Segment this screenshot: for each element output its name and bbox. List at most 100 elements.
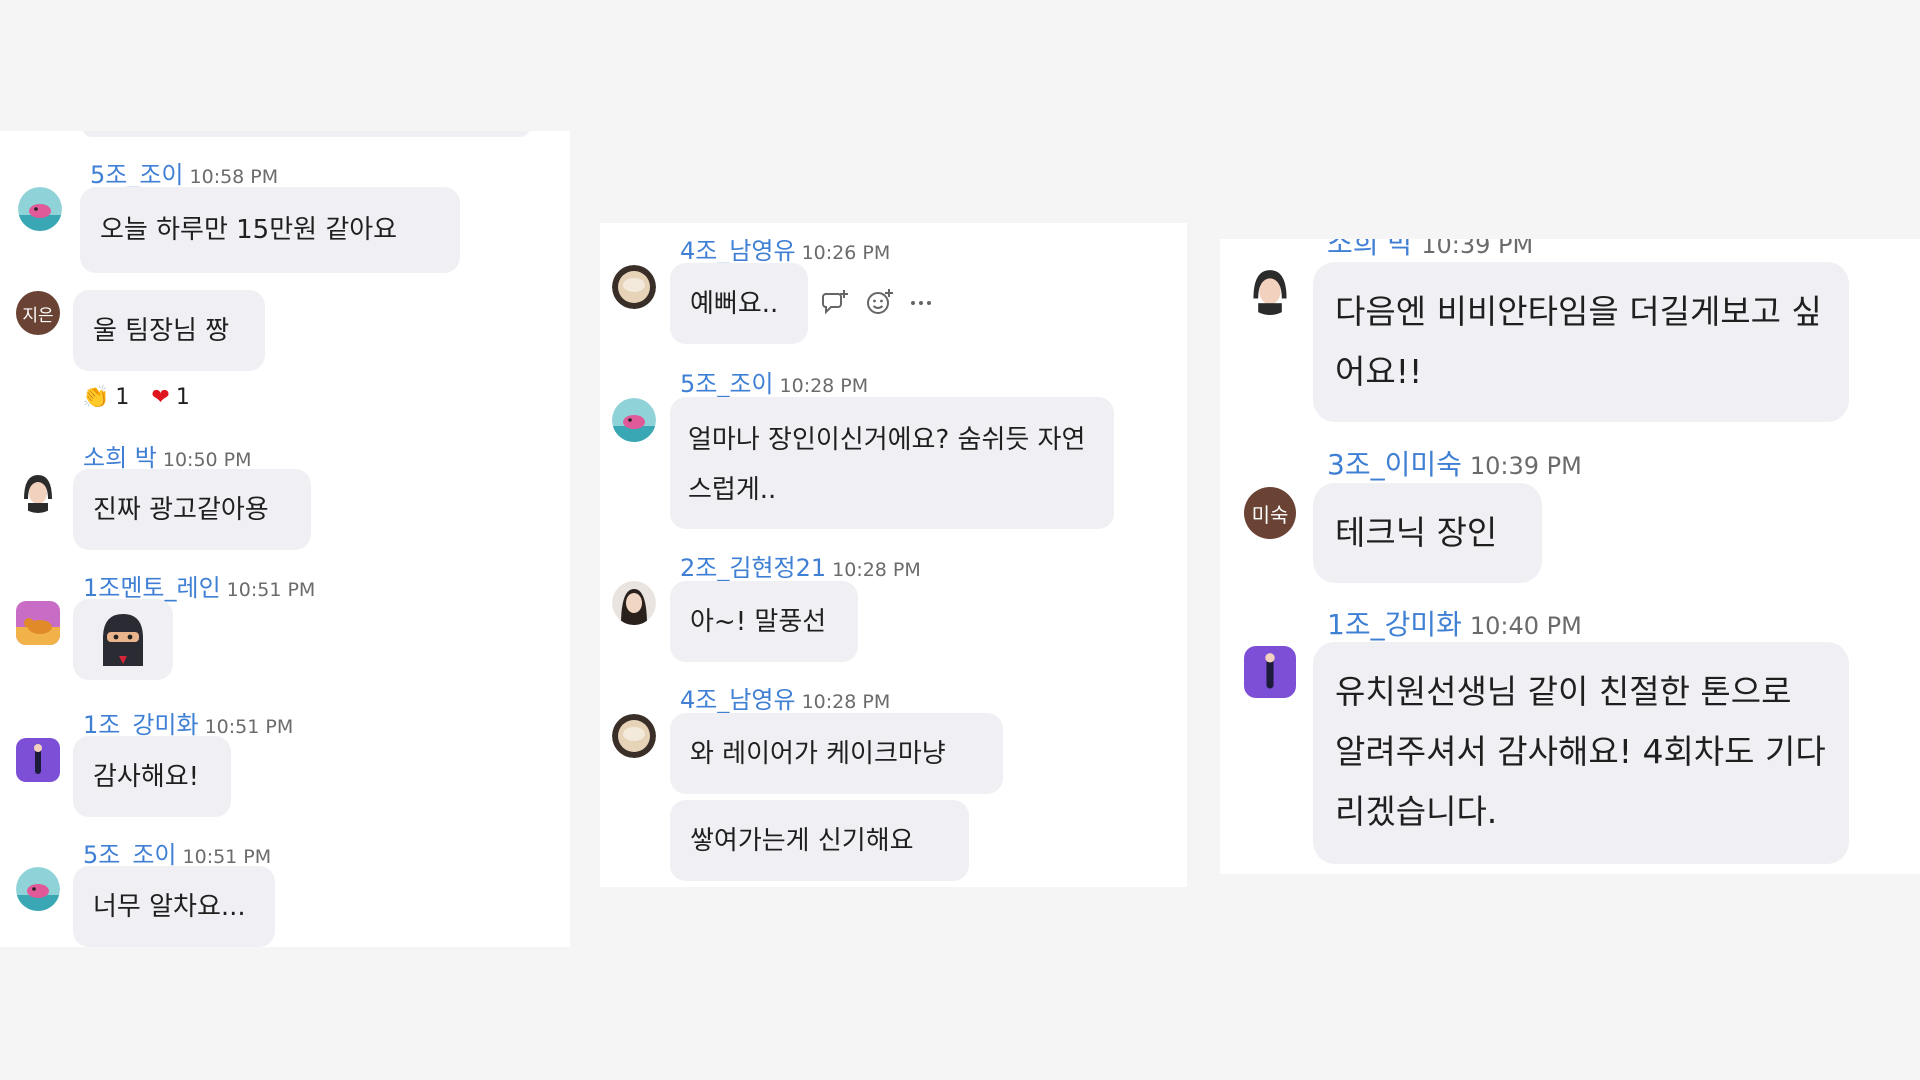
timestamp: 10:39 PM	[1469, 452, 1582, 480]
timestamp: 10:51 PM	[182, 846, 272, 868]
message-bubble[interactable]: 얼마나 장인이신거에요? 숨쉬듯 자연스럽게..	[670, 397, 1114, 529]
message-bubble[interactable]	[73, 599, 173, 680]
timestamp: 10:28 PM	[832, 559, 921, 581]
message-text: 유치원선생님 같이 친절한 톤으로 알려주셔서 감사해요! 4회차도 기다리겠습…	[1335, 672, 1826, 831]
message-text: 다음엔 비비안타임을 더길게보고 싶어요!!	[1335, 292, 1822, 391]
ocean-fish-avatar-icon	[16, 867, 60, 911]
message-bubble[interactable]: 유치원선생님 같이 친절한 톤으로 알려주셔서 감사해요! 4회차도 기다리겠습…	[1313, 642, 1849, 864]
reaction-count: 1	[175, 385, 190, 410]
message-header: 소희 박 10:50 PM	[83, 438, 252, 473]
timestamp: 10:58 PM	[189, 166, 279, 188]
message-header: 5조_조이 10:58 PM	[90, 155, 278, 190]
timestamp: 10:28 PM	[779, 375, 869, 397]
chat-panel-1: 5조_조이 10:58 PM 오늘 하루만 15만원 같아요 지은 울 팀장님 짱…	[0, 131, 570, 947]
author-name[interactable]: 4조_남영유	[680, 686, 796, 714]
heart-icon: ❤	[151, 385, 170, 410]
message-header: 소희 박 10:39 PM	[1327, 239, 1533, 262]
avatar[interactable]	[16, 469, 60, 513]
message-bubble-partial	[82, 131, 530, 137]
avatar[interactable]	[612, 714, 656, 758]
avatar-initials: 미숙	[1251, 502, 1289, 527]
avatar[interactable]	[1244, 263, 1296, 315]
reply-in-thread-icon[interactable]	[820, 287, 850, 317]
clapping-hands-icon: 👏	[82, 385, 110, 410]
avatar-initials: 지은	[22, 305, 54, 326]
timestamp: 10:39 PM	[1421, 239, 1534, 259]
author-name[interactable]: 1조멘토_레인	[83, 574, 221, 602]
message-bubble[interactable]: 울 팀장님 짱	[73, 290, 265, 371]
message-text: 너무 알차요...	[93, 891, 246, 922]
chat-panel-2: 4조_남영유 10:26 PM 예뻐요.. 5조_조이 10:28 PM 얼마나…	[600, 223, 1187, 887]
avatar[interactable]	[16, 601, 60, 645]
chat-panel-3: 소희 박 10:39 PM 다음엔 비비안타임을 더길게보고 싶어요!! 3조_이…	[1220, 239, 1920, 874]
message-text: 감사해요!	[93, 761, 200, 792]
avatar[interactable]	[612, 265, 656, 309]
woman-memoji-avatar-icon	[1244, 263, 1296, 315]
reaction-bar: 👏 1 ❤ 1	[82, 385, 190, 410]
purple-figure-avatar-icon	[1244, 646, 1296, 698]
message-header: 5조_조이 10:28 PM	[680, 364, 868, 399]
message-text: 오늘 하루만 15만원 같아요	[100, 215, 398, 245]
avatar[interactable]: 지은	[16, 291, 60, 335]
timestamp: 10:28 PM	[801, 691, 891, 713]
add-reaction-icon[interactable]	[864, 287, 894, 317]
message-bubble[interactable]: 쌓여가는게 신기해요	[670, 800, 969, 881]
author-name[interactable]: 2조_김현정21	[680, 554, 826, 582]
avatar[interactable]	[612, 581, 656, 625]
timestamp: 10:51 PM	[226, 579, 316, 601]
message-text: 울 팀장님 짱	[93, 315, 230, 346]
message-text: 테크닉 장인	[1335, 513, 1498, 552]
author-name[interactable]: 5조_조이	[90, 161, 184, 189]
message-bubble[interactable]: 오늘 하루만 15만원 같아요	[80, 187, 460, 273]
food-bowl-avatar-icon	[612, 265, 656, 309]
message-header: 1조_강미화 10:40 PM	[1327, 603, 1582, 643]
message-bubble[interactable]: 진짜 광고같아용	[73, 469, 311, 550]
message-bubble[interactable]: 감사해요!	[73, 736, 231, 817]
reaction-chip[interactable]: 👏 1	[82, 385, 129, 410]
author-name[interactable]: 소희 박	[83, 444, 157, 472]
author-name[interactable]: 소희 박	[1327, 239, 1413, 260]
author-name[interactable]: 5조_조이	[83, 841, 177, 869]
message-hover-actions	[820, 287, 934, 317]
message-header: 4조_남영유 10:26 PM	[680, 231, 890, 266]
woman-photo-avatar-icon	[612, 581, 656, 625]
message-header: 2조_김현정21 10:28 PM	[680, 548, 921, 583]
message-header: 3조_이미숙 10:39 PM	[1327, 443, 1582, 483]
message-text: 진짜 광고같아용	[93, 494, 269, 525]
ocean-fish-avatar-icon	[612, 398, 656, 442]
avatar[interactable]: 미숙	[1244, 487, 1296, 539]
avatar[interactable]	[18, 187, 62, 231]
author-name[interactable]: 5조_조이	[680, 370, 774, 398]
message-text: 아~! 말풍선	[690, 606, 827, 637]
ninja-emoji	[103, 613, 143, 666]
woman-memoji-avatar-icon	[16, 469, 60, 513]
author-name[interactable]: 4조_남영유	[680, 237, 796, 265]
message-bubble[interactable]: 와 레이어가 케이크마냥	[670, 713, 1003, 794]
message-header: 1조멘토_레인 10:51 PM	[83, 568, 315, 603]
message-bubble[interactable]: 너무 알차요...	[73, 866, 275, 947]
author-name[interactable]: 1조_강미화	[83, 711, 199, 739]
purple-figure-avatar-icon	[16, 738, 60, 782]
avatar[interactable]	[16, 738, 60, 782]
message-bubble[interactable]: 테크닉 장인	[1313, 483, 1542, 583]
author-name[interactable]: 3조_이미숙	[1327, 448, 1462, 481]
message-bubble[interactable]: 예뻐요..	[670, 263, 808, 344]
message-header: 5조_조이 10:51 PM	[83, 835, 271, 870]
avatar[interactable]	[612, 398, 656, 442]
reaction-chip[interactable]: ❤ 1	[151, 385, 189, 410]
reaction-count: 1	[115, 385, 130, 410]
timestamp: 10:26 PM	[801, 242, 891, 264]
timestamp: 10:51 PM	[204, 716, 294, 738]
sunset-fox-avatar-icon	[16, 601, 60, 645]
message-text: 예뻐요..	[690, 288, 779, 319]
message-header: 4조_남영유 10:28 PM	[680, 680, 890, 715]
food-bowl-avatar-icon	[612, 714, 656, 758]
avatar[interactable]	[16, 867, 60, 911]
more-options-icon[interactable]	[908, 287, 934, 317]
author-name[interactable]: 1조_강미화	[1327, 608, 1462, 641]
message-text: 쌓여가는게 신기해요	[690, 825, 914, 856]
message-bubble[interactable]: 아~! 말풍선	[670, 581, 858, 662]
message-bubble[interactable]: 다음엔 비비안타임을 더길게보고 싶어요!!	[1313, 262, 1849, 422]
avatar[interactable]	[1244, 646, 1296, 698]
message-header: 1조_강미화 10:51 PM	[83, 705, 293, 740]
